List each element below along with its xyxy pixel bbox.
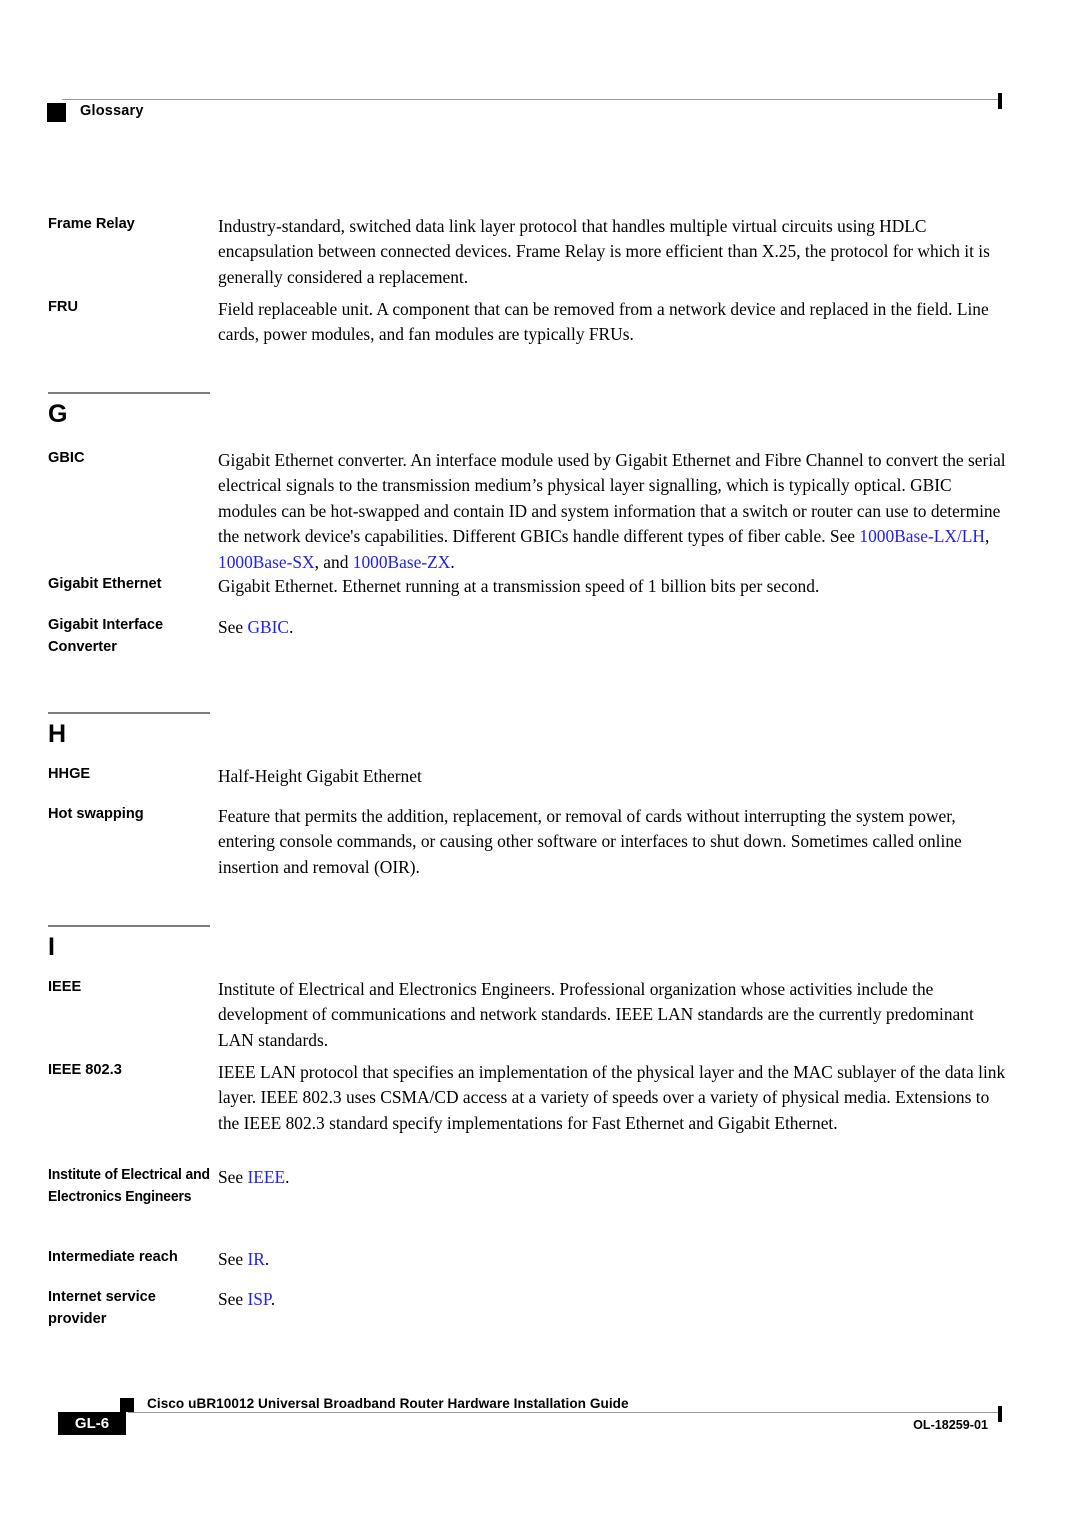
glossary-definition: Gigabit Ethernet converter. An interface… — [218, 448, 1008, 575]
header-edge-tick-icon — [998, 93, 1002, 109]
see-label: See — [218, 617, 248, 637]
definition-separator: , — [984, 526, 990, 547]
cross-reference-link-1000base-sx[interactable]: 1000Base-SX — [218, 552, 315, 572]
section-letter: G — [48, 400, 68, 428]
glossary-definition: Field replaceable unit. A component that… — [218, 299, 989, 345]
section-letter: H — [48, 720, 67, 748]
glossary-definition: See ISP. — [218, 1287, 1008, 1312]
cross-reference-link-1000base-zx[interactable]: 1000Base-ZX — [353, 552, 451, 572]
definition-period: . — [289, 617, 294, 637]
page-footer: Cisco uBR10012 Universal Broadband Route… — [0, 1390, 1080, 1450]
glossary-definition: Industry-standard, switched data link la… — [218, 216, 990, 287]
see-label: See — [218, 1167, 248, 1187]
glossary-definition: Institute of Electrical and Electronics … — [218, 979, 974, 1050]
page-title: Glossary — [80, 103, 144, 119]
glossary-term: Intermediate reach — [48, 1249, 178, 1265]
footer-rule — [128, 1412, 1000, 1413]
definition-separator: , and — [314, 551, 353, 572]
glossary-definition: IEEE LAN protocol that specifies an impl… — [218, 1062, 1006, 1133]
section-letter: I — [48, 933, 55, 961]
glossary-term: Frame Relay — [48, 216, 135, 232]
glossary-term: GBIC — [48, 450, 85, 466]
cross-reference-link-1000base-lxlh[interactable]: 1000Base-LX/LH — [859, 526, 985, 546]
document-id: OL-18259-01 — [913, 1418, 988, 1432]
glossary-definition: See GBIC. — [218, 615, 1008, 640]
cross-reference-link-gbic[interactable]: GBIC — [247, 617, 289, 637]
see-label: See — [218, 1249, 248, 1269]
glossary-definition: Half-Height Gigabit Ethernet — [218, 766, 422, 786]
header-square-marker-icon — [47, 103, 66, 122]
glossary-definition: See IR. — [218, 1247, 1008, 1272]
glossary-definition: Gigabit Ethernet. Ethernet running at a … — [218, 576, 820, 596]
glossary-term: Internet service provider — [48, 1289, 156, 1327]
glossary-term: Hot swapping — [48, 806, 144, 822]
definition-period: . — [450, 551, 455, 572]
cross-reference-link-isp[interactable]: ISP — [247, 1289, 270, 1309]
footer-document-title: Cisco uBR10012 Universal Broadband Route… — [147, 1396, 629, 1411]
glossary-term: Gigabit Interface Converter — [48, 617, 164, 655]
header-rule — [62, 99, 1000, 100]
cross-reference-link-ir[interactable]: IR — [247, 1249, 264, 1269]
footer-edge-tick-icon — [998, 1406, 1002, 1422]
glossary-term: Gigabit Ethernet — [48, 576, 162, 592]
glossary-definition: See IEEE. — [218, 1165, 1008, 1190]
page-header: Glossary — [0, 92, 1080, 132]
glossary-term: IEEE 802.3 — [48, 1062, 122, 1078]
glossary-term: Institute of Electrical and Electronics … — [48, 1167, 210, 1205]
section-rule — [48, 925, 210, 927]
glossary-term: HHGE — [48, 766, 91, 782]
definition-period: . — [270, 1289, 276, 1309]
definition-period: . — [264, 1249, 270, 1269]
definition-period: . — [285, 1167, 290, 1187]
glossary-definition: Feature that permits the addition, repla… — [218, 806, 962, 877]
glossary-page: Glossary Frame Relay Industry-standard, … — [0, 0, 1080, 1527]
section-rule — [48, 712, 210, 714]
section-rule — [48, 392, 210, 394]
cross-reference-link-ieee[interactable]: IEEE — [247, 1167, 285, 1187]
glossary-term: IEEE — [48, 979, 82, 995]
see-label: See — [218, 1289, 248, 1309]
footer-square-marker-icon — [120, 1398, 134, 1412]
glossary-term: FRU — [48, 299, 78, 315]
